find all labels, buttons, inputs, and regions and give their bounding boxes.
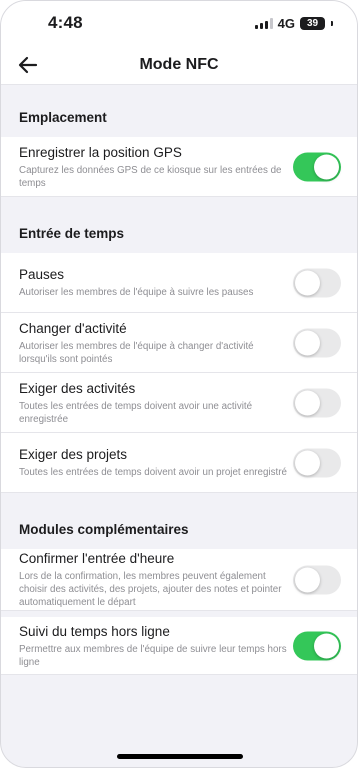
battery-level: 39 bbox=[306, 17, 319, 29]
setting-description: Permettre aux membres de l'équipe de sui… bbox=[19, 643, 287, 668]
setting-row-changer-activite: Changer d'activité Autoriser les membres… bbox=[1, 313, 357, 373]
page-title: Mode NFC bbox=[139, 55, 219, 73]
toggle-knob bbox=[295, 330, 320, 355]
status-bar: 4:48 4G 39 bbox=[1, 1, 357, 45]
setting-title: Exiger des projets bbox=[19, 447, 128, 462]
toggle-switch-exiger-projets[interactable] bbox=[293, 448, 341, 477]
toggle-knob bbox=[314, 154, 339, 179]
setting-row-pauses: Pauses Autoriser les membres de l'équipe… bbox=[1, 253, 357, 313]
battery-icon: 39 bbox=[300, 16, 325, 30]
setting-row-exiger-activites: Exiger des activités Toutes les entrées … bbox=[1, 373, 357, 433]
setting-row-suivi-hors-ligne: Suivi du temps hors ligne Permettre aux … bbox=[1, 617, 357, 675]
toggle-knob bbox=[314, 633, 339, 658]
toggle-switch-suivi-hors-ligne[interactable] bbox=[293, 631, 341, 660]
status-time: 4:48 bbox=[48, 13, 83, 32]
toggle-knob bbox=[295, 567, 320, 592]
setting-title: Pauses bbox=[19, 267, 65, 282]
setting-row-confirmer-entree: Confirmer l'entrée d'heure Lors de la co… bbox=[1, 549, 357, 611]
setting-row-exiger-projets: Exiger des projets Toutes les entrées de… bbox=[1, 433, 357, 493]
toggle-switch-changer-activite[interactable] bbox=[293, 328, 341, 357]
setting-title: Enregistrer la position GPS bbox=[19, 144, 182, 160]
section-header-modules: Modules complémentaires bbox=[19, 522, 189, 537]
arrow-left-icon[interactable] bbox=[17, 55, 39, 75]
section-header-entree-de-temps: Entrée de temps bbox=[19, 226, 125, 241]
setting-description: Toutes les entrées de temps doivent avoi… bbox=[19, 467, 287, 478]
toggle-knob bbox=[295, 270, 320, 295]
setting-description: Toutes les entrées de temps doivent avoi… bbox=[19, 400, 253, 425]
setting-title: Exiger des activités bbox=[19, 380, 136, 396]
toggle-switch-gps[interactable] bbox=[293, 152, 341, 181]
network-type: 4G bbox=[277, 15, 295, 31]
status-indicators: 4G 39 bbox=[254, 15, 333, 31]
setting-title: Confirmer l'entrée d'heure bbox=[19, 551, 175, 566]
phone-screen: 4:48 4G 39 Mode NFC Emplacement Enregist… bbox=[0, 0, 358, 768]
setting-title: Suivi du temps hors ligne bbox=[19, 623, 170, 639]
toggle-switch-confirmer-entree[interactable] bbox=[293, 565, 341, 594]
toggle-knob bbox=[295, 450, 320, 475]
toggle-switch-exiger-activites[interactable] bbox=[293, 388, 341, 417]
setting-title: Changer d'activité bbox=[19, 320, 127, 336]
setting-description: Capturez les données GPS de ce kiosque s… bbox=[19, 164, 282, 189]
nav-bar: Mode NFC bbox=[1, 45, 357, 85]
battery-cap bbox=[331, 20, 333, 26]
section-header-emplacement: Emplacement bbox=[19, 110, 107, 125]
settings-list: Emplacement Enregistrer la position GPS … bbox=[1, 85, 357, 675]
toggle-knob bbox=[295, 390, 320, 415]
home-indicator[interactable] bbox=[117, 754, 243, 759]
setting-row-gps: Enregistrer la position GPS Capturez les… bbox=[1, 137, 357, 197]
signal-icon bbox=[254, 17, 273, 29]
setting-description: Autoriser les membres de l'équipe à chan… bbox=[19, 340, 254, 365]
toggle-switch-pauses[interactable] bbox=[293, 268, 341, 297]
setting-description: Lors de la confirmation, les membres peu… bbox=[19, 571, 282, 608]
setting-description: Autoriser les membres de l'équipe à suiv… bbox=[19, 287, 254, 298]
